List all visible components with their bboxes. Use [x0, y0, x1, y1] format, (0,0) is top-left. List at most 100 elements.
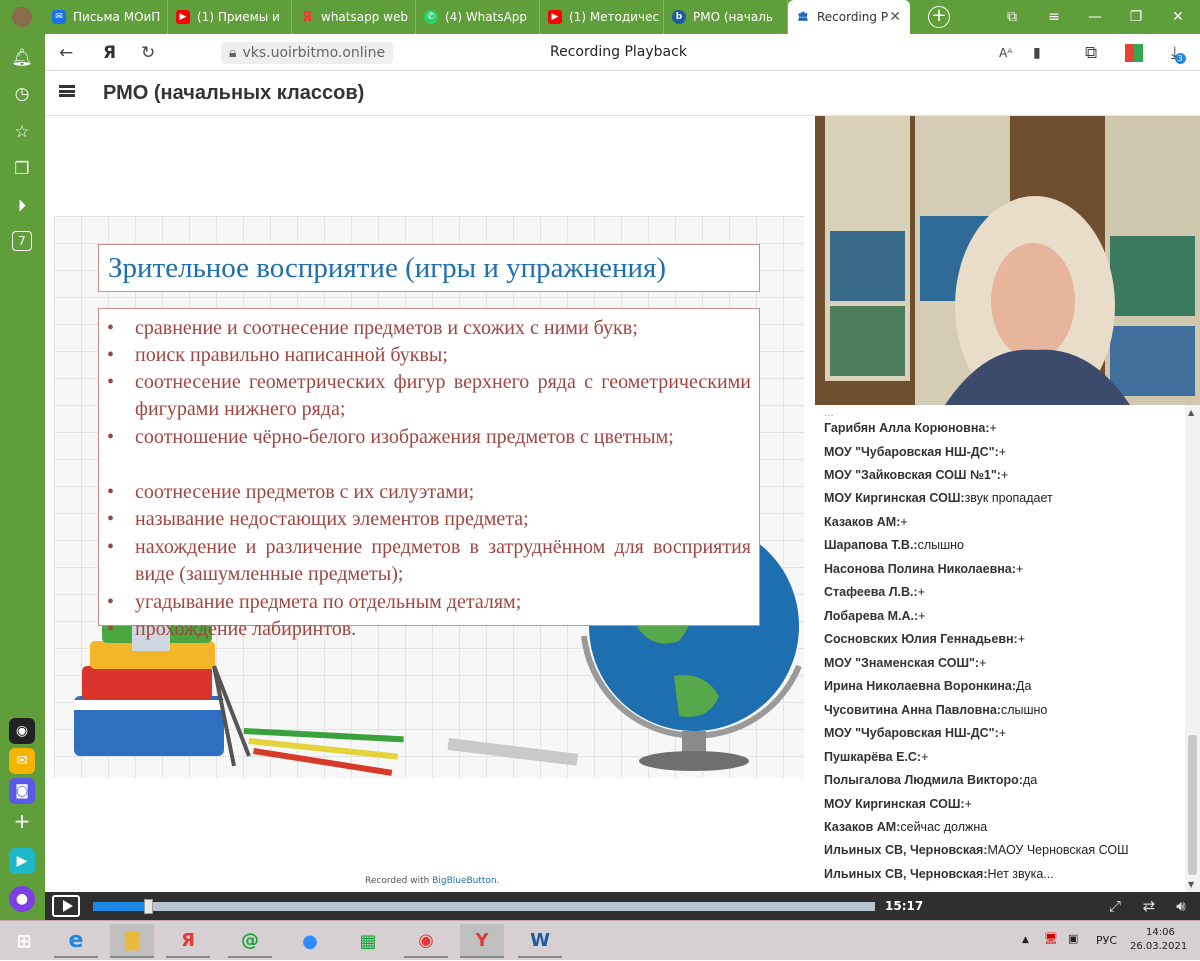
- museum-icon: 🏛: [797, 12, 809, 22]
- chat-sender: Сосновских Юлия Геннадьевн:: [824, 632, 1018, 646]
- chat-text: слышно: [917, 538, 965, 552]
- chat-message: Гарибян Алла Корюновна:+: [824, 421, 997, 435]
- camera-app-icon[interactable]: ◉: [9, 718, 35, 744]
- slide-bullet: поиск правильно написанной буквы;: [99, 342, 759, 369]
- shortcut-app-icon[interactable]: ▶: [9, 848, 35, 874]
- network-error-icon[interactable]: 🖥︎: [1044, 932, 1058, 945]
- bbb-link[interactable]: BigBlueButton.: [432, 876, 499, 886]
- extension-icon[interactable]: [1125, 34, 1143, 71]
- youtube-icon: ▶: [176, 10, 190, 24]
- page-title: Recording Playback: [550, 44, 687, 60]
- volume-icon[interactable]: 🔊︎: [1171, 896, 1191, 916]
- close-window-button[interactable]: ✕: [1158, 0, 1198, 34]
- restore-button[interactable]: ❐: [1116, 0, 1156, 34]
- chat-message: Насонова Полина Николаевна:+: [824, 562, 1023, 576]
- tab-youtube-1[interactable]: ▶ (1) Приемы и: [168, 0, 292, 34]
- language-indicator[interactable]: РУС: [1096, 934, 1117, 947]
- fullscreen-icon[interactable]: ⤢: [1105, 896, 1125, 916]
- bbb-header: РМО (начальных классов): [45, 71, 1200, 116]
- back-icon[interactable]: ←: [59, 34, 73, 71]
- chat-sender: Насонова Полина Николаевна:: [824, 562, 1016, 576]
- chat-text: да: [1022, 773, 1038, 787]
- store-icon[interactable]: ▦: [346, 924, 390, 958]
- mail-ru-agent-icon[interactable]: @: [228, 924, 272, 958]
- tab-label: whatsapp web: [321, 10, 408, 24]
- tab-recording-playback[interactable]: 🏛 Recording P ✕: [788, 0, 910, 34]
- chat-message: Лобарева М.А.:+: [824, 609, 925, 623]
- minimize-button[interactable]: —: [1075, 0, 1115, 34]
- browser-menu-icon[interactable]: ≡: [1034, 0, 1074, 34]
- yandex-icon[interactable]: Y: [460, 924, 504, 958]
- chat-sender: МОУ Киргинская СОШ:: [824, 797, 965, 811]
- windows-start-icon[interactable]: ⊞: [2, 924, 46, 958]
- clock-time[interactable]: 14:06: [1146, 927, 1175, 938]
- chat-text: звук пропадает: [964, 491, 1053, 505]
- bell-icon[interactable]: 🔔︎: [10, 46, 34, 70]
- zoom-icon[interactable]: ●: [288, 924, 332, 958]
- chat-text: +: [918, 609, 926, 623]
- tab-bbb-room[interactable]: b РМО (началь: [664, 0, 788, 34]
- webcam-video[interactable]: [815, 116, 1200, 405]
- collections-icon[interactable]: ❒: [10, 157, 34, 181]
- alice-icon[interactable]: ●: [9, 886, 35, 912]
- playback-seek-bar[interactable]: [93, 899, 875, 914]
- tab-youtube-2[interactable]: ▶ (1) Методичес: [540, 0, 664, 34]
- translate-icon[interactable]: Aᴬ: [999, 34, 1012, 71]
- tab-label: (1) Приемы и: [197, 10, 280, 24]
- seek-handle[interactable]: [143, 899, 153, 914]
- url-field[interactable]: 🔒︎ vks.uoirbitmo.online: [221, 42, 394, 64]
- reload-icon[interactable]: ↻: [141, 34, 155, 71]
- chat-text: +: [979, 656, 987, 670]
- word-icon[interactable]: W: [518, 924, 562, 958]
- chat-text: сейчас должна: [900, 820, 988, 834]
- tab-whatsapp[interactable]: ✆ (4) WhatsApp: [416, 0, 540, 34]
- clock-date[interactable]: 26.03.2021: [1130, 941, 1187, 952]
- file-explorer-icon[interactable]: ▇: [110, 924, 154, 958]
- downloads-icon[interactable]: ⤓ 3: [1171, 34, 1186, 71]
- close-tab-icon[interactable]: ✕: [889, 9, 901, 25]
- tab-mail[interactable]: ✉ Письма МОиП: [44, 0, 168, 34]
- room-title: РМО (начальных классов): [103, 82, 365, 104]
- calendar-icon[interactable]: 7: [12, 231, 32, 251]
- scroll-down-icon[interactable]: ▼: [1188, 880, 1194, 889]
- chrome-icon[interactable]: ◉: [404, 924, 448, 958]
- chat-message: Шарапова Т.В.:слышно: [824, 538, 964, 552]
- tab-yandex-search[interactable]: Яwhatsapp web: [292, 0, 416, 34]
- presentation-area: Зрительное восприятие (игры и упражнения…: [45, 116, 815, 892]
- mail-app-icon[interactable]: ✉: [9, 748, 35, 774]
- reading-list-icon[interactable]: ⧉: [1085, 34, 1097, 71]
- chat-message: МОУ Киргинская СОШ:+: [824, 797, 972, 811]
- chat-scrollbar-thumb[interactable]: [1188, 735, 1197, 875]
- bookmark-icon[interactable]: ▮: [1033, 34, 1041, 71]
- play-icon[interactable]: ⏵: [10, 194, 34, 218]
- chat-text: +: [921, 750, 929, 764]
- messenger-app-icon[interactable]: ◙: [9, 778, 35, 804]
- new-tab-button[interactable]: +: [928, 6, 950, 28]
- play-button[interactable]: [52, 895, 80, 917]
- lock-icon: 🔒︎: [229, 45, 237, 61]
- internet-explorer-icon[interactable]: e: [54, 924, 98, 958]
- scroll-up-icon[interactable]: ▲: [1188, 408, 1194, 417]
- tab-label: РМО (началь: [693, 10, 773, 24]
- swap-layout-icon[interactable]: ⇄: [1139, 896, 1159, 916]
- add-app-icon[interactable]: +: [9, 808, 35, 834]
- chat-text: +: [964, 797, 972, 811]
- bbb-icon: b: [672, 10, 686, 24]
- slide-bullet: сравнение и соотнесение предметов и схож…: [99, 315, 759, 342]
- browser-tab-bar: ✉ Письма МОиП ▶ (1) Приемы и Яwhatsapp web…: [0, 0, 1200, 34]
- history-icon[interactable]: ◷: [10, 82, 34, 106]
- menu-icon[interactable]: [59, 83, 75, 99]
- chat-scrollbar[interactable]: ▲ ▼: [1185, 405, 1200, 892]
- yandex-logo-icon[interactable]: Я: [103, 34, 116, 71]
- profile-avatar[interactable]: [0, 0, 44, 34]
- star-icon[interactable]: ☆: [10, 120, 34, 144]
- chat-message: МОУ "Знаменская СОШ":+: [824, 656, 986, 670]
- yandex-browser-icon[interactable]: Я: [166, 924, 210, 958]
- chat-text: +: [1017, 632, 1026, 646]
- chat-text: +: [1000, 468, 1009, 482]
- chat-message: МОУ "Чубаровская НШ-ДС":+: [824, 445, 1006, 459]
- display-icon[interactable]: ▣: [1068, 932, 1078, 945]
- tray-expand-icon[interactable]: ▲: [1022, 935, 1029, 945]
- tabs-menu-icon[interactable]: ⧉: [992, 0, 1032, 34]
- system-tray: ▲ 🖥︎ ▣ РУС 14:06 26.03.2021: [1000, 921, 1200, 961]
